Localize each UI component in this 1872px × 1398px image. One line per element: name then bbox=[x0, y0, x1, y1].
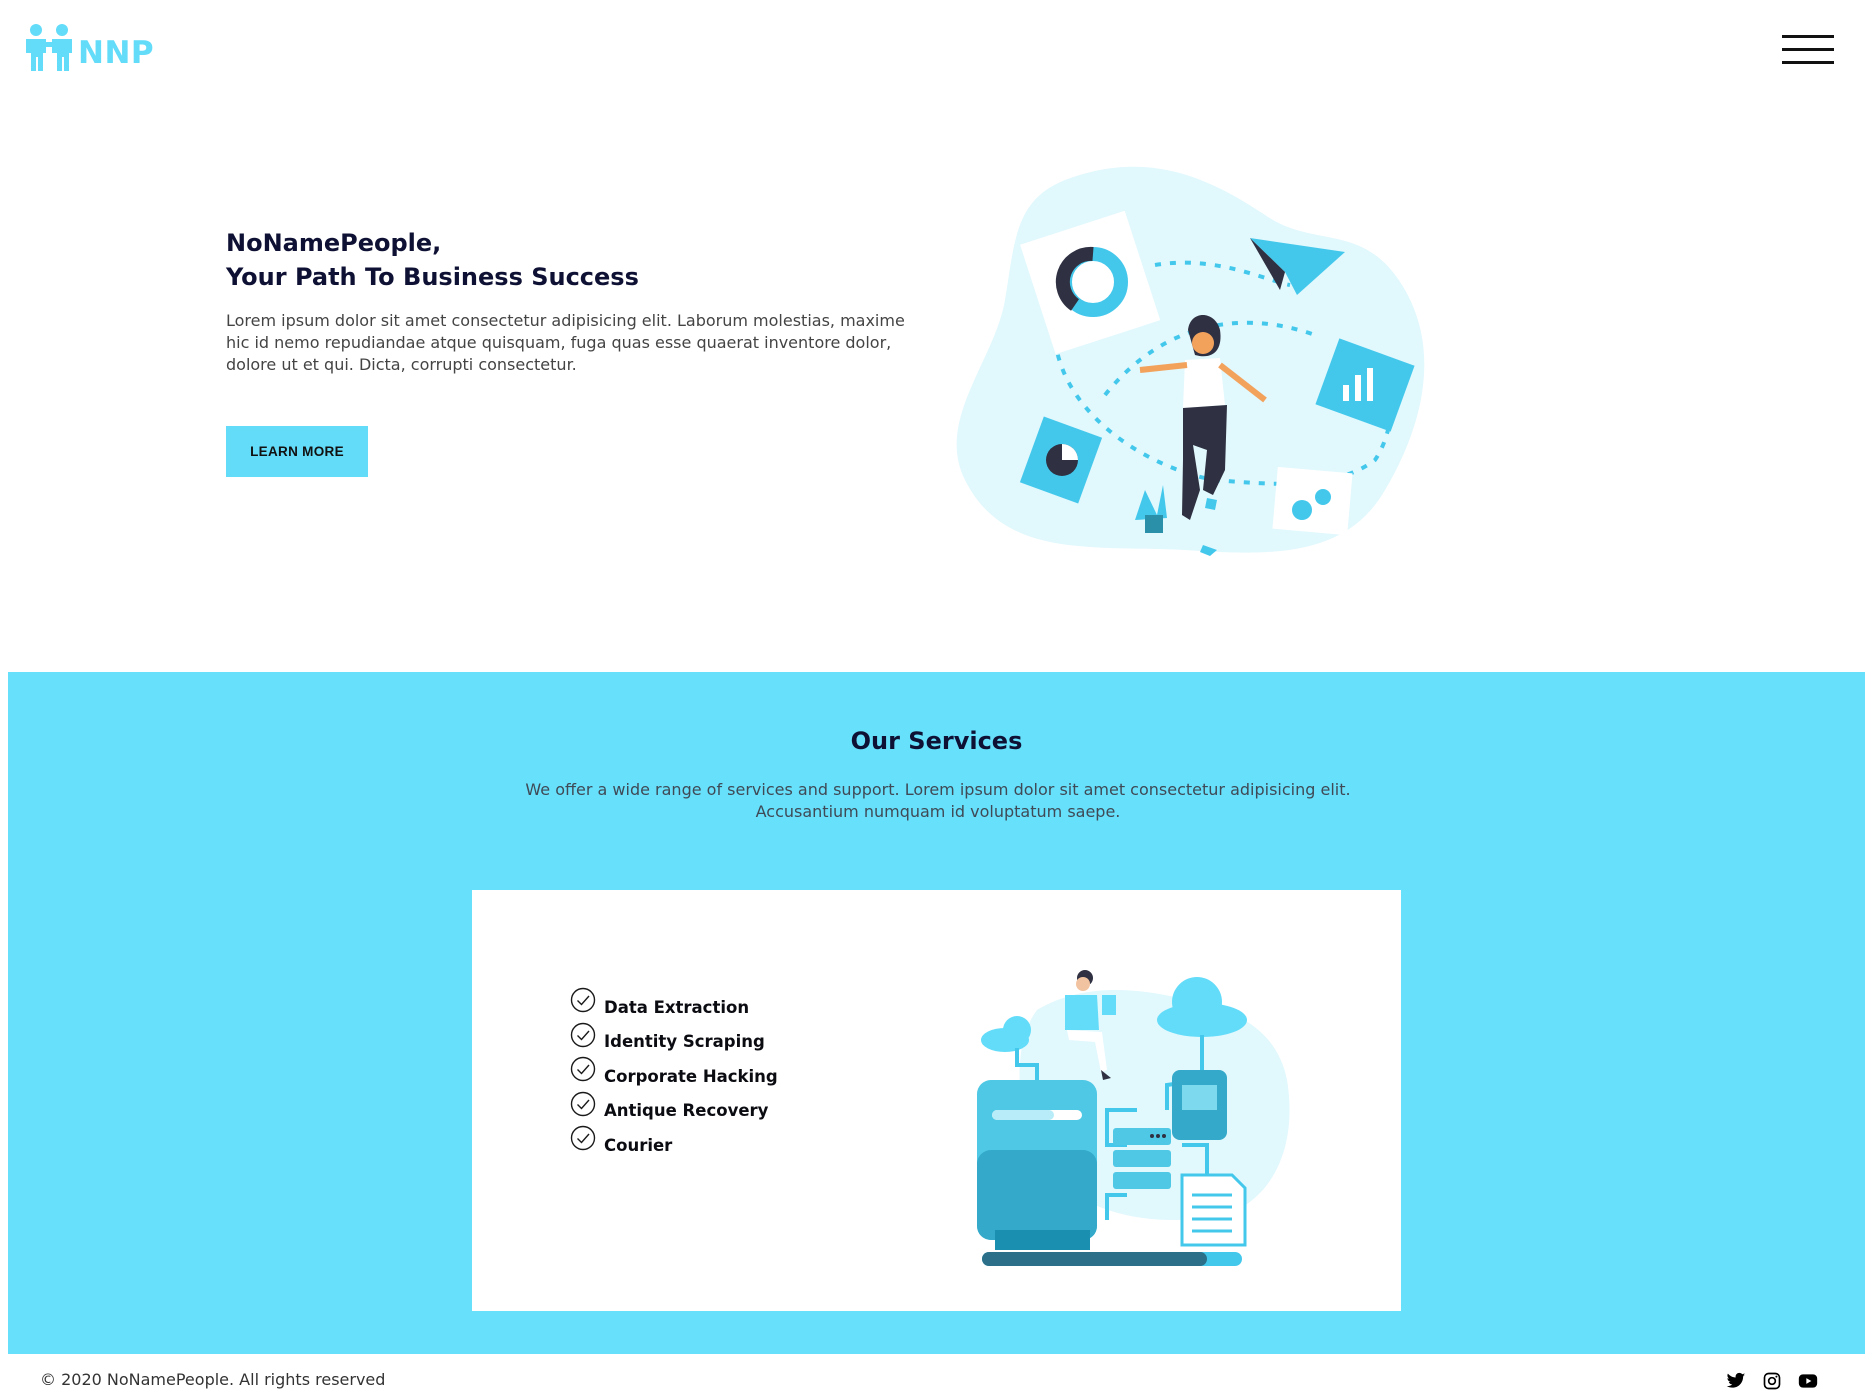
service-label: Identity Scraping bbox=[604, 1032, 765, 1052]
service-item-data-extraction: Data Extraction bbox=[570, 986, 778, 1021]
service-label: Corporate Hacking bbox=[604, 1066, 778, 1086]
services-title: Our Services bbox=[850, 727, 1023, 755]
check-circle-icon bbox=[570, 988, 596, 1013]
check-circle-icon bbox=[570, 1091, 596, 1116]
hamburger-menu-icon[interactable] bbox=[1782, 35, 1834, 65]
menu-bar bbox=[1782, 61, 1834, 64]
check-circle-icon bbox=[570, 1057, 596, 1082]
service-item-corporate-hacking: Corporate Hacking bbox=[570, 1055, 778, 1090]
service-label: Antique Recovery bbox=[604, 1101, 769, 1121]
service-item-courier: Courier bbox=[570, 1124, 778, 1159]
menu-bar bbox=[1782, 48, 1834, 51]
hero-illustration bbox=[956, 166, 1425, 556]
youtube-icon[interactable] bbox=[1798, 1371, 1818, 1391]
instagram-icon[interactable] bbox=[1762, 1371, 1782, 1391]
brand-name: NNP bbox=[78, 35, 155, 71]
check-circle-icon bbox=[570, 1126, 596, 1151]
hero-description: Lorem ipsum dolor sit amet consectetur a… bbox=[226, 311, 905, 374]
brand-logo[interactable]: NNP bbox=[24, 22, 154, 74]
service-label: Data Extraction bbox=[604, 997, 750, 1017]
services-card: Data Extraction Identity Scraping Corpor… bbox=[472, 890, 1401, 1311]
hero-title-line-2: Your Path To Business Success bbox=[226, 263, 639, 291]
hero-title-line-1: NoNamePeople, bbox=[226, 229, 442, 257]
hero-title: NoNamePeople, Your Path To Business Succ… bbox=[226, 226, 926, 294]
service-list: Data Extraction Identity Scraping Corpor… bbox=[570, 986, 778, 1159]
menu-bar bbox=[1782, 35, 1834, 38]
services-description: We offer a wide range of services and su… bbox=[525, 780, 1351, 821]
check-circle-icon bbox=[570, 1022, 596, 1047]
site-header: NNP bbox=[0, 0, 1872, 110]
services-illustration bbox=[977, 970, 1290, 1266]
social-links bbox=[1726, 1371, 1834, 1391]
copyright-text: © 2020 NoNamePeople. All rights reserved bbox=[40, 1370, 386, 1389]
site-footer: © 2020 NoNamePeople. All rights reserved bbox=[0, 1355, 1872, 1398]
learn-more-button[interactable]: LEARN MORE bbox=[226, 426, 368, 477]
service-label: Courier bbox=[604, 1135, 673, 1155]
people-icon bbox=[26, 24, 72, 71]
service-item-identity-scraping: Identity Scraping bbox=[570, 1021, 778, 1056]
services-section: Our Services We offer a wide range of se… bbox=[8, 672, 1865, 1354]
service-item-antique-recovery: Antique Recovery bbox=[570, 1090, 778, 1125]
twitter-icon[interactable] bbox=[1726, 1371, 1746, 1391]
